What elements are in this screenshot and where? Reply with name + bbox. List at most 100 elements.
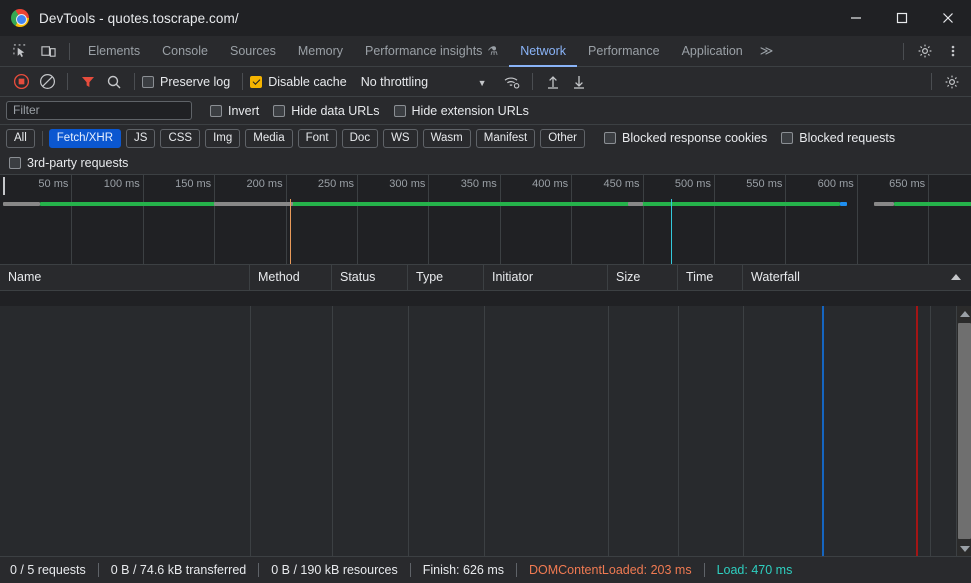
type-filter-js[interactable]: JS [126, 129, 155, 148]
column-divider [678, 306, 679, 556]
tab-performance-insights[interactable]: Performance insights ⚗ [354, 36, 509, 67]
checkbox-box [142, 76, 154, 88]
sort-ascending-arrow-icon[interactable] [951, 274, 961, 280]
overview-tick-label: 300 ms [389, 178, 425, 190]
blocked-response-cookies-checkbox[interactable]: Blocked response cookies [604, 131, 767, 145]
tab-network[interactable]: Network [509, 36, 577, 67]
network-toolbar: Preserve log Disable cache No throttling… [0, 67, 971, 97]
type-filter-wasm[interactable]: Wasm [423, 129, 471, 148]
filter-funnel-icon[interactable] [75, 69, 101, 95]
type-filter-row: All Fetch/XHR JS CSS Img Media Font Doc … [0, 125, 971, 151]
tab-application[interactable]: Application [671, 36, 754, 67]
kebab-menu-icon[interactable] [939, 38, 967, 64]
overview-tick: 500 ms [714, 175, 715, 265]
tab-console[interactable]: Console [151, 36, 219, 67]
third-party-requests-checkbox[interactable]: 3rd-party requests [9, 156, 128, 170]
requests-table-body[interactable] [0, 306, 971, 556]
hide-extension-urls-checkbox[interactable]: Hide extension URLs [394, 104, 529, 118]
status-load: Load: 470 ms [717, 563, 793, 577]
toolbar-divider [242, 73, 243, 90]
import-har-icon[interactable] [540, 69, 566, 95]
status-requests: 0 / 5 requests [10, 563, 86, 577]
throttling-value: No throttling [361, 75, 428, 89]
type-filter-media[interactable]: Media [245, 129, 292, 148]
gear-icon[interactable] [911, 38, 939, 64]
toolbar-divider [931, 73, 932, 90]
disable-cache-checkbox[interactable]: Disable cache [250, 75, 347, 89]
scroll-up-arrow-icon[interactable] [957, 306, 971, 321]
minimize-button[interactable] [833, 0, 879, 36]
chrome-logo-icon [11, 9, 29, 27]
close-button[interactable] [925, 0, 971, 36]
column-header-initiator[interactable]: Initiator [484, 265, 608, 291]
overview-request-receive-bar [293, 202, 646, 206]
type-filter-all[interactable]: All [6, 129, 35, 148]
overview-request-wait-bar [3, 202, 40, 206]
overview-domcontentloaded-marker-line [290, 199, 291, 264]
clear-network-log-icon[interactable] [34, 69, 60, 95]
column-header-status[interactable]: Status [332, 265, 408, 291]
checkbox-box [273, 105, 285, 117]
maximize-button[interactable] [879, 0, 925, 36]
filter-input[interactable]: Filter [6, 101, 192, 120]
hide-data-urls-checkbox[interactable]: Hide data URLs [273, 104, 379, 118]
more-tabs-chevron-icon[interactable]: ≫ [754, 43, 779, 59]
search-icon[interactable] [101, 69, 127, 95]
column-divider [608, 306, 609, 556]
inspect-element-icon[interactable] [6, 38, 34, 64]
status-divider [704, 563, 705, 577]
vertical-scrollbar[interactable] [956, 306, 971, 556]
column-header-type[interactable]: Type [408, 265, 484, 291]
overview-tick: 300 ms [428, 175, 429, 265]
type-filter-img[interactable]: Img [205, 129, 240, 148]
column-header-method[interactable]: Method [250, 265, 332, 291]
waterfall-load-line [916, 306, 918, 556]
tab-sources[interactable]: Sources [219, 36, 287, 67]
checkbox-box [781, 132, 793, 144]
checkbox-box [604, 132, 616, 144]
overview-left-edge [3, 177, 5, 195]
type-filter-doc[interactable]: Doc [342, 129, 378, 148]
type-filter-other[interactable]: Other [540, 129, 585, 148]
type-filter-font[interactable]: Font [298, 129, 337, 148]
tab-memory[interactable]: Memory [287, 36, 354, 67]
tab-label: Memory [298, 44, 343, 58]
preserve-log-checkbox[interactable]: Preserve log [142, 75, 230, 89]
column-header-name[interactable]: Name [0, 265, 250, 291]
preserve-log-label: Preserve log [160, 75, 230, 89]
column-header-time[interactable]: Time [678, 265, 743, 291]
network-settings-gear-icon[interactable] [939, 69, 965, 95]
type-filter-manifest[interactable]: Manifest [476, 129, 535, 148]
wifi-settings-icon[interactable] [499, 69, 525, 95]
overview-tick: 400 ms [571, 175, 572, 265]
network-overview-timeline[interactable]: 50 ms100 ms150 ms200 ms250 ms300 ms350 m… [0, 175, 971, 265]
type-filter-fetch-xhr[interactable]: Fetch/XHR [49, 129, 121, 148]
type-filter-css[interactable]: CSS [160, 129, 200, 148]
blocked-requests-checkbox[interactable]: Blocked requests [781, 131, 895, 145]
overview-request-wait-bar [628, 202, 642, 206]
scroll-down-arrow-icon[interactable] [957, 541, 971, 556]
blocked-response-cookies-label: Blocked response cookies [622, 131, 767, 145]
network-status-bar: 0 / 5 requests 0 B / 74.6 kB transferred… [0, 556, 971, 583]
record-stop-icon[interactable] [8, 69, 34, 95]
column-header-waterfall[interactable]: Waterfall [743, 265, 971, 291]
waterfall-dom-content-loaded-line [822, 306, 824, 556]
toolbar-divider [134, 73, 135, 90]
overview-tick-label: 600 ms [818, 178, 854, 190]
overview-tick-label: 50 ms [38, 178, 68, 190]
throttling-select[interactable]: No throttling ▼ [361, 75, 487, 89]
type-filter-ws[interactable]: WS [383, 129, 418, 148]
column-header-size[interactable]: Size [608, 265, 678, 291]
tab-label: Application [682, 44, 743, 58]
overview-tick: 550 ms [785, 175, 786, 265]
scrollbar-thumb[interactable] [958, 323, 971, 539]
status-divider [258, 563, 259, 577]
tab-performance[interactable]: Performance [577, 36, 671, 67]
overview-tick-label: 650 ms [889, 178, 925, 190]
window-title-bar: DevTools - quotes.toscrape.com/ [0, 0, 971, 36]
tab-elements[interactable]: Elements [77, 36, 151, 67]
device-toolbar-icon[interactable] [34, 38, 62, 64]
export-har-icon[interactable] [566, 69, 592, 95]
status-divider [410, 563, 411, 577]
invert-checkbox[interactable]: Invert [210, 104, 259, 118]
